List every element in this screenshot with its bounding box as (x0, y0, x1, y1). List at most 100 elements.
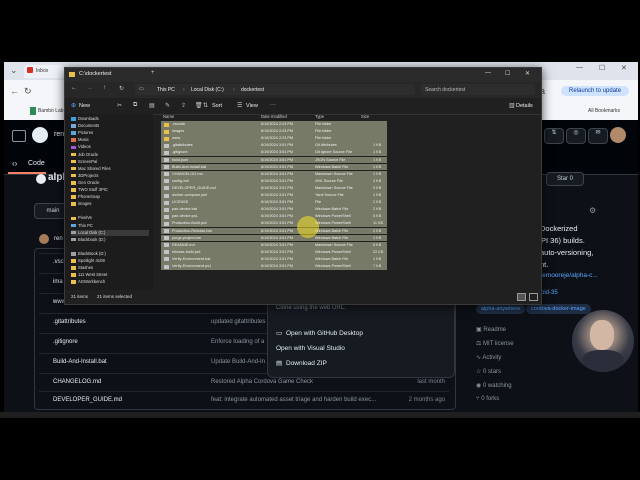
file-row[interactable]: pair-device.ps1 6/19/2024 3:51 PM Windows … (161, 213, 387, 221)
up-icon[interactable]: ↑ (103, 85, 106, 91)
all-bookmarks[interactable]: All Bookmarks (588, 108, 620, 114)
back-icon[interactable]: ← (71, 85, 77, 91)
column-header-type[interactable]: Type (315, 114, 324, 119)
sidebar-item[interactable]: PhoneSnap (71, 194, 100, 201)
maximize-icon[interactable]: ☐ (505, 70, 510, 77)
more-icon[interactable]: ··· (270, 102, 276, 108)
sidebar-item[interactable]: Videos (71, 144, 91, 151)
tab-code[interactable]: Code (28, 160, 45, 167)
sidebar-item[interactable]: This PC (71, 223, 93, 230)
repo-link[interactable]: remooreje/alpha-c... (540, 272, 598, 279)
refresh-icon[interactable]: ↻ (119, 85, 124, 92)
sidebar-item[interactable]: images (71, 201, 92, 208)
relaunch-button[interactable]: Relaunch to update (561, 86, 630, 96)
view-button[interactable]: View (246, 103, 258, 109)
commit-message[interactable]: Restored Alpha Cordova Game Check (211, 379, 313, 385)
commit-message[interactable]: feat: integrate automated asset triage a… (211, 397, 376, 403)
file-row[interactable]: config.xml 6/19/2024 3:51 PM XML Source Fi… (161, 177, 387, 185)
file-row[interactable]: README.md 6/19/2024 3:51 PM Markdown Sourc… (161, 241, 387, 249)
activity-link[interactable]: ∿ Activity (476, 354, 501, 361)
column-header-date[interactable]: Date modified (261, 114, 287, 119)
new-button[interactable]: New (79, 103, 90, 109)
pull-requests-icon[interactable]: ⇅ (544, 128, 564, 144)
file-name[interactable]: .gitignore (53, 339, 78, 345)
hamburger-icon[interactable] (12, 130, 26, 142)
sidebar-item[interactable]: Mac Shared Files (71, 166, 111, 173)
watching-link[interactable]: ◉ 0 watching (476, 382, 512, 389)
minimize-icon[interactable]: — (576, 64, 583, 71)
sidebar-item[interactable]: ScreenPal (71, 159, 97, 166)
sidebar-item[interactable] (71, 244, 78, 251)
file-row[interactable]: Verify-Environment.bat 6/19/2024 3:51 PM W… (161, 255, 387, 263)
file-row[interactable]: DEVELOPER_GUIDE.md 6/19/2024 3:51 PM Markd… (161, 184, 387, 192)
file-row[interactable]: images 6/19/2024 2:23 PM File folder (161, 128, 387, 135)
column-header-name[interactable]: Name (163, 114, 174, 119)
sidebar-item[interactable]: Downloads (71, 116, 99, 123)
details-button[interactable]: Details (516, 103, 533, 109)
sidebar-item[interactable]: Pictures (71, 130, 93, 137)
sidebar-item[interactable]: Gen Oracle (71, 180, 99, 187)
commit-user[interactable]: ren (54, 236, 63, 242)
bookmark-label[interactable]: Bambo Lab (38, 108, 64, 114)
sidebar-item[interactable]: AGWorkbench (71, 279, 105, 286)
file-row[interactable]: Verify-Environment.ps1 6/19/2024 3:51 PM W… (161, 263, 387, 270)
github-logo-icon[interactable] (32, 127, 48, 143)
forward-icon[interactable]: → (87, 85, 93, 91)
file-row[interactable]: CHANGELOG.md 6/19/2024 3:51 PM Markdown So… (161, 170, 387, 178)
sidebar-item[interactable]: 111 West Street (71, 272, 107, 279)
forks-link[interactable]: ⑂ 0 forks (476, 396, 499, 402)
file-row[interactable]: purge-project.bat 6/19/2024 3:51 PM Window… (161, 234, 387, 242)
maximize-icon[interactable]: ☐ (599, 64, 605, 72)
stars-link[interactable]: ☆ 0 stars (476, 368, 501, 375)
copy-icon[interactable]: ⧉ (133, 102, 137, 109)
back-icon[interactable]: ← (10, 86, 19, 96)
file-row[interactable]: .gitignore 6/19/2024 3:51 PM Git Ignore So… (161, 149, 387, 157)
star-button[interactable]: Star 0 (546, 172, 584, 186)
file-row[interactable]: docker-compose.yml 6/19/2024 3:51 PM Yaml … (161, 192, 387, 199)
details-view-icon[interactable] (517, 293, 526, 301)
tab-search-icon[interactable]: ⌄ (10, 65, 18, 76)
sidebar-item[interactable]: Documents (71, 123, 99, 130)
open-github-desktop[interactable]: ▭ Open with GitHub Desktop (268, 327, 454, 341)
share-icon[interactable]: ⇪ (181, 102, 186, 109)
issues-icon[interactable]: ◎ (566, 128, 586, 144)
sidebar-item[interactable]: Stashes (71, 265, 93, 272)
delete-icon[interactable]: 🗑 (195, 102, 203, 109)
file-name[interactable]: DEVELOPER_GUIDE.md (53, 397, 122, 403)
reload-icon[interactable]: ↻ (24, 86, 32, 97)
sidebar-item[interactable]: 3DProjects (71, 173, 98, 180)
minimize-icon[interactable]: — (485, 70, 491, 76)
sidebar-item[interactable]: TWO Stuff 3PIC (71, 187, 108, 194)
open-visual-studio[interactable]: Open with Visual Studio (268, 342, 454, 356)
tiles-view-icon[interactable] (529, 293, 538, 301)
sidebar-item[interactable]: PixelVe (71, 215, 92, 222)
readme-link[interactable]: ▣ Readme (476, 326, 506, 333)
sidebar-item[interactable]: Job Oracle (71, 152, 98, 159)
topic-tag[interactable]: cordova-docker-image (526, 304, 591, 314)
file-row[interactable]: Production-Release.bat 6/19/2024 3:51 PM W… (161, 227, 387, 235)
sidebar-item[interactable]: Spotlight 4108 (71, 258, 105, 265)
bookmark-icon[interactable] (30, 107, 36, 115)
avatar[interactable] (610, 127, 626, 143)
close-icon[interactable]: ✕ (621, 64, 627, 72)
file-row[interactable]: LICENSE 6/19/2024 3:51 PM File 2 KB (161, 199, 387, 206)
file-name[interactable]: CHANGELOG.md (53, 379, 101, 385)
sidebar-item[interactable]: Music (71, 137, 89, 144)
gear-icon[interactable]: ⚙ (589, 206, 596, 215)
download-zip[interactable]: ▤ Download ZIP (268, 357, 454, 371)
license-link[interactable]: ⚖ MIT license (476, 340, 514, 347)
paste-icon[interactable]: ▤ (149, 102, 155, 109)
repo-owner[interactable]: ren (54, 131, 64, 138)
file-name[interactable]: ima (53, 279, 63, 285)
breadcrumb-item[interactable]: This PC (157, 87, 175, 93)
file-name[interactable]: .gitattributes (53, 319, 86, 325)
file-row[interactable]: build.json 6/19/2024 3:51 PM JSON Source F… (161, 156, 387, 164)
file-row[interactable]: www 6/19/2024 2:23 PM File folder (161, 135, 387, 143)
inbox-icon[interactable]: ✉ (588, 128, 608, 144)
commit-message[interactable]: Update Build-And-In (211, 359, 265, 365)
new-tab-icon[interactable]: + (151, 70, 155, 76)
cut-icon[interactable]: ✂ (117, 102, 122, 109)
breadcrumb-item[interactable]: Local Disk (C:) (191, 87, 224, 93)
search-input[interactable]: Search dockertest (421, 84, 535, 95)
file-row[interactable]: Build-And-Install.bat 6/19/2024 3:51 PM Wi… (161, 163, 387, 171)
